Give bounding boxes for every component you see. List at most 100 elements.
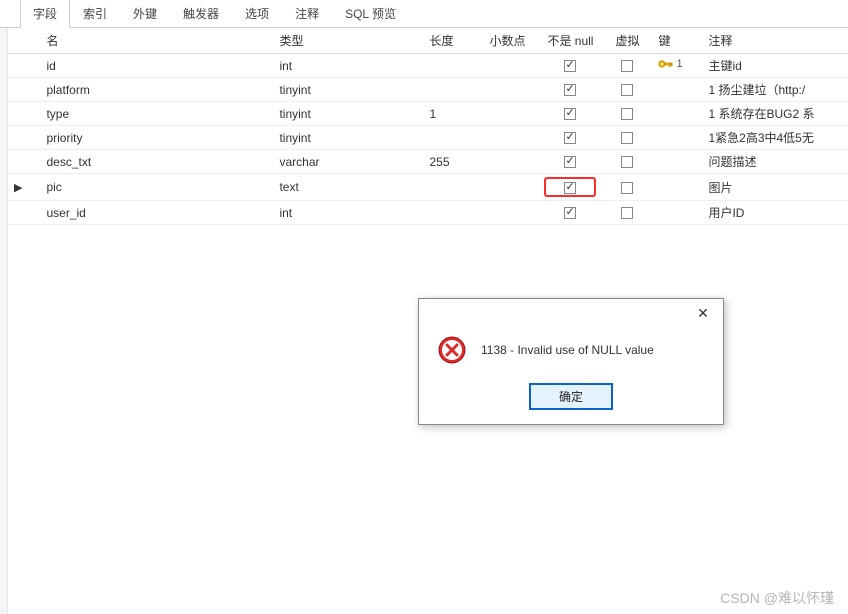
cell-key[interactable] bbox=[652, 102, 702, 126]
ok-button[interactable]: 确定 bbox=[529, 383, 613, 410]
cell-key[interactable] bbox=[652, 201, 702, 225]
cell-name[interactable]: user_id bbox=[28, 201, 273, 225]
cell-key[interactable] bbox=[652, 78, 702, 102]
checkbox-not-null[interactable] bbox=[564, 182, 576, 194]
cell-not-null[interactable] bbox=[538, 126, 602, 150]
tab-comments[interactable]: 注释 bbox=[282, 0, 332, 27]
cell-comment[interactable]: 问题描述 bbox=[702, 150, 848, 174]
checkbox-virtual[interactable] bbox=[621, 207, 633, 219]
cell-name[interactable]: pic bbox=[28, 174, 273, 201]
cell-key[interactable] bbox=[652, 150, 702, 174]
cell-name[interactable]: platform bbox=[28, 78, 273, 102]
cell-type[interactable]: tinyint bbox=[273, 78, 423, 102]
cell-not-null[interactable] bbox=[538, 78, 602, 102]
cell-virtual[interactable] bbox=[602, 78, 652, 102]
table-header-row: 名 类型 长度 小数点 不是 null 虚拟 键 注释 bbox=[8, 28, 848, 54]
cell-virtual[interactable] bbox=[602, 54, 652, 78]
table-row[interactable]: desc_txtvarchar255 问题描述 bbox=[8, 150, 848, 174]
cell-virtual[interactable] bbox=[602, 174, 652, 201]
checkbox-virtual[interactable] bbox=[621, 84, 633, 96]
tab-options[interactable]: 选项 bbox=[232, 0, 282, 27]
cell-type[interactable]: tinyint bbox=[273, 126, 423, 150]
cell-virtual[interactable] bbox=[602, 150, 652, 174]
tab-foreign-keys[interactable]: 外键 bbox=[120, 0, 170, 27]
cell-not-null[interactable] bbox=[538, 174, 602, 201]
header-virtual[interactable]: 虚拟 bbox=[602, 28, 652, 54]
cell-decimal[interactable] bbox=[483, 102, 538, 126]
cell-type[interactable]: varchar bbox=[273, 150, 423, 174]
table-row[interactable]: typetinyint1 1 系统存在BUG2 系 bbox=[8, 102, 848, 126]
table-row[interactable]: ▶pictext 图片 bbox=[8, 174, 848, 201]
cell-decimal[interactable] bbox=[483, 54, 538, 78]
checkbox-virtual[interactable] bbox=[621, 108, 633, 120]
cell-comment[interactable]: 图片 bbox=[702, 174, 848, 201]
header-type[interactable]: 类型 bbox=[273, 28, 423, 54]
cell-key[interactable] bbox=[652, 174, 702, 201]
table-row[interactable]: idint 1主键id bbox=[8, 54, 848, 78]
tab-fields[interactable]: 字段 bbox=[20, 0, 70, 28]
cell-key[interactable]: 1 bbox=[652, 54, 702, 78]
row-marker: ▶ bbox=[8, 174, 28, 201]
cell-not-null[interactable] bbox=[538, 54, 602, 78]
tab-sql-preview[interactable]: SQL 预览 bbox=[332, 0, 409, 27]
cell-comment[interactable]: 主键id bbox=[702, 54, 848, 78]
cell-name[interactable]: priority bbox=[28, 126, 273, 150]
header-name[interactable]: 名 bbox=[28, 28, 273, 54]
cell-name[interactable]: desc_txt bbox=[28, 150, 273, 174]
cell-type[interactable]: text bbox=[273, 174, 423, 201]
cell-virtual[interactable] bbox=[602, 201, 652, 225]
cell-type[interactable]: int bbox=[273, 54, 423, 78]
table-row[interactable]: platformtinyint 1 扬尘建垃（http:/ bbox=[8, 78, 848, 102]
cell-length[interactable]: 1 bbox=[423, 102, 483, 126]
checkbox-not-null[interactable] bbox=[564, 60, 576, 72]
row-marker bbox=[8, 78, 28, 102]
header-decimal[interactable]: 小数点 bbox=[483, 28, 538, 54]
table-row[interactable]: user_idint 用户ID bbox=[8, 201, 848, 225]
cell-length[interactable] bbox=[423, 78, 483, 102]
header-not-null[interactable]: 不是 null bbox=[538, 28, 602, 54]
cell-comment[interactable]: 用户ID bbox=[702, 201, 848, 225]
tab-triggers[interactable]: 触发器 bbox=[170, 0, 232, 27]
table-row[interactable]: prioritytinyint 1紧急2高3中4低5无 bbox=[8, 126, 848, 150]
cell-not-null[interactable] bbox=[538, 150, 602, 174]
checkbox-virtual[interactable] bbox=[621, 182, 633, 194]
header-comment[interactable]: 注释 bbox=[702, 28, 848, 54]
cell-name[interactable]: id bbox=[28, 54, 273, 78]
checkbox-virtual[interactable] bbox=[621, 156, 633, 168]
checkbox-not-null[interactable] bbox=[564, 108, 576, 120]
cell-not-null[interactable] bbox=[538, 201, 602, 225]
cell-comment[interactable]: 1 扬尘建垃（http:/ bbox=[702, 78, 848, 102]
cell-name[interactable]: type bbox=[28, 102, 273, 126]
checkbox-virtual[interactable] bbox=[621, 60, 633, 72]
close-button[interactable]: ✕ bbox=[683, 299, 723, 327]
checkbox-not-null[interactable] bbox=[564, 84, 576, 96]
cell-not-null[interactable] bbox=[538, 102, 602, 126]
row-marker bbox=[8, 54, 28, 78]
checkbox-not-null[interactable] bbox=[564, 156, 576, 168]
cell-decimal[interactable] bbox=[483, 150, 538, 174]
cell-length[interactable] bbox=[423, 174, 483, 201]
header-key[interactable]: 键 bbox=[652, 28, 702, 54]
fields-table: 名 类型 长度 小数点 不是 null 虚拟 键 注释 idint1主键idpl… bbox=[8, 28, 848, 225]
checkbox-virtual[interactable] bbox=[621, 132, 633, 144]
cell-type[interactable]: int bbox=[273, 201, 423, 225]
cell-type[interactable]: tinyint bbox=[273, 102, 423, 126]
cell-virtual[interactable] bbox=[602, 126, 652, 150]
cell-decimal[interactable] bbox=[483, 174, 538, 201]
cell-comment[interactable]: 1紧急2高3中4低5无 bbox=[702, 126, 848, 150]
cell-decimal[interactable] bbox=[483, 126, 538, 150]
row-marker bbox=[8, 126, 28, 150]
cell-length[interactable] bbox=[423, 201, 483, 225]
cell-virtual[interactable] bbox=[602, 102, 652, 126]
cell-length[interactable] bbox=[423, 54, 483, 78]
cell-decimal[interactable] bbox=[483, 78, 538, 102]
cell-decimal[interactable] bbox=[483, 201, 538, 225]
header-length[interactable]: 长度 bbox=[423, 28, 483, 54]
checkbox-not-null[interactable] bbox=[564, 132, 576, 144]
checkbox-not-null[interactable] bbox=[564, 207, 576, 219]
cell-length[interactable]: 255 bbox=[423, 150, 483, 174]
tab-indexes[interactable]: 索引 bbox=[70, 0, 120, 27]
cell-comment[interactable]: 1 系统存在BUG2 系 bbox=[702, 102, 848, 126]
cell-length[interactable] bbox=[423, 126, 483, 150]
cell-key[interactable] bbox=[652, 126, 702, 150]
